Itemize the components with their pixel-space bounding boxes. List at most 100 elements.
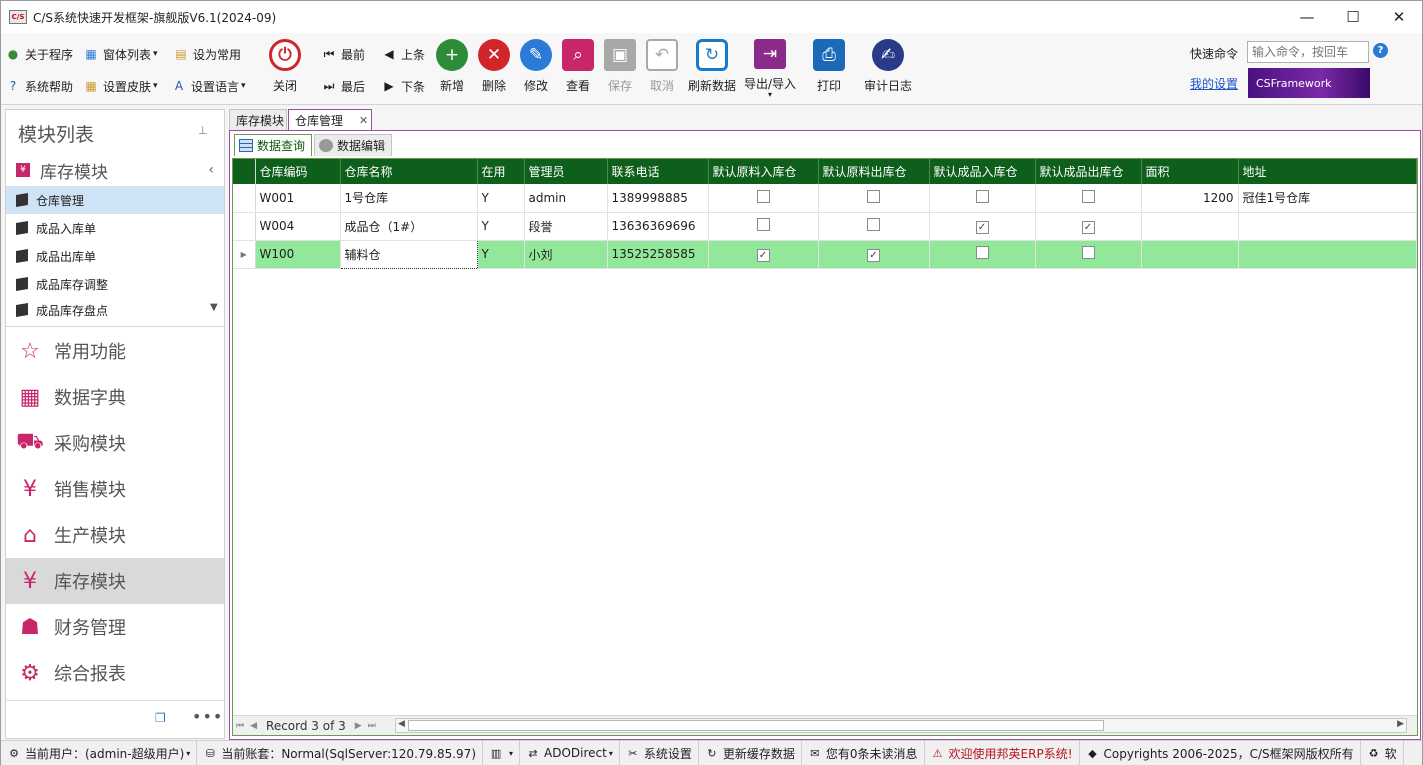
set-favorite-button[interactable]: ▤ 设为常用 (173, 44, 241, 64)
module-favorites[interactable]: ☆ 常用功能 (6, 328, 224, 374)
column-header[interactable]: 在用 (477, 159, 525, 184)
cell-checkbox[interactable] (708, 184, 819, 213)
cell-checkbox[interactable] (1035, 184, 1142, 213)
cell-name[interactable]: 1号仓库 (340, 184, 478, 213)
cell-name[interactable]: 辅料仓 (339, 239, 478, 269)
close-module-button[interactable]: ⏻ 关闭 (262, 37, 308, 99)
checkbox[interactable] (1081, 189, 1095, 203)
close-tab-icon[interactable]: ✕ (359, 114, 368, 127)
scroll-left-icon[interactable]: ◀ (398, 719, 405, 729)
cell-code[interactable]: W001 (255, 184, 341, 213)
status-item[interactable]: ⚙ 当前用户：(admin-超级用户) ▾ (1, 741, 198, 765)
module-inventory[interactable]: ¥ 库存模块 (6, 558, 224, 604)
table-row[interactable]: W001 1号仓库 Yadmin 1389998885 1200 冠佳1号仓库 (233, 184, 1417, 213)
cell-checkbox[interactable]: ✓ (708, 240, 819, 269)
module-dictionary[interactable]: ▦ 数据字典 (6, 374, 224, 420)
quick-command-input[interactable] (1247, 41, 1369, 63)
set-skin-button[interactable]: ▦ 设置皮肤 ▾ (83, 76, 157, 96)
sidebar-item-product-in[interactable]: 成品入库单 (6, 214, 224, 242)
checkbox[interactable] (867, 218, 880, 231)
maximize-button[interactable]: ☐ (1330, 1, 1376, 33)
cell-area[interactable] (1141, 240, 1239, 269)
column-header[interactable]: 仓库编码 (255, 159, 341, 184)
column-header[interactable]: 联系电话 (607, 159, 709, 184)
column-header[interactable]: 默认成品入库仓 (929, 159, 1036, 184)
add-button[interactable]: + 新增 (429, 37, 475, 99)
form-list-button[interactable]: ▦ 窗体列表 ▾ (83, 44, 157, 64)
checkbox[interactable] (975, 189, 989, 203)
first-page-icon[interactable]: ⏮ (236, 721, 244, 731)
cell-address[interactable] (1238, 212, 1417, 241)
close-window-button[interactable]: ✕ (1376, 1, 1422, 33)
minimize-button[interactable]: — (1284, 1, 1330, 33)
cell-checkbox[interactable] (818, 184, 930, 213)
chevron-down-icon[interactable]: ▾ (186, 749, 190, 758)
cell-active[interactable]: Y (477, 240, 525, 269)
about-button[interactable]: ● 关于程序 (5, 44, 73, 64)
cell-checkbox[interactable]: ✓ (1035, 212, 1142, 241)
sidebar-item-warehouse[interactable]: 仓库管理 (6, 186, 224, 214)
checkbox[interactable] (867, 189, 880, 203)
column-header[interactable]: 默认成品出库仓 (1035, 159, 1142, 184)
cell-active[interactable]: Y (477, 212, 525, 241)
cell-checkbox[interactable] (708, 212, 819, 241)
delete-button[interactable]: ✕ 删除 (471, 37, 517, 99)
checkbox[interactable] (756, 218, 770, 231)
module-production[interactable]: ⌂ 生产模块 (6, 512, 224, 558)
cell-admin[interactable]: admin (524, 184, 608, 213)
scroll-thumb[interactable] (408, 720, 1104, 731)
chevron-down-icon[interactable]: ▾ (509, 749, 513, 758)
view-button[interactable]: ⌕ 查看 (555, 37, 601, 99)
scroll-right-icon[interactable]: ▶ (1397, 719, 1404, 729)
help-icon[interactable]: ? (1373, 43, 1388, 58)
more-icon[interactable]: ••• (192, 707, 223, 726)
checkbox[interactable]: ✓ (1081, 220, 1095, 234)
pin-icon[interactable]: ⊥ (198, 124, 208, 137)
checkbox[interactable] (756, 189, 770, 203)
checkbox[interactable] (975, 246, 989, 259)
refresh-button[interactable]: ↻ 刷新数据 (688, 37, 736, 99)
cell-admin[interactable]: 小刘 (524, 240, 608, 269)
prev-page-icon[interactable]: ◀ (250, 721, 257, 731)
module-reports[interactable]: ⚙ 综合报表 (6, 650, 224, 696)
checkbox[interactable]: ✓ (975, 220, 989, 234)
save-button[interactable]: ▣ 保存 (597, 37, 643, 99)
sidebar-group-inventory[interactable]: ¥ 库存模块 ‹ (6, 156, 224, 184)
prev-record-button[interactable]: ◀ 上条 (381, 44, 425, 64)
cell-area[interactable]: 1200 (1141, 184, 1239, 213)
cell-phone[interactable]: 13525258585 (607, 240, 709, 269)
cell-checkbox[interactable]: ✓ (818, 240, 930, 269)
next-page-icon[interactable]: ▶ (355, 721, 362, 731)
cell-admin[interactable]: 段誉 (524, 212, 608, 241)
cell-address[interactable]: 冠佳1号仓库 (1238, 184, 1417, 213)
cell-phone[interactable]: 1389998885 (607, 184, 709, 213)
column-header[interactable]: 面积 (1141, 159, 1239, 184)
set-language-button[interactable]: A 设置语言 ▾ (171, 76, 246, 96)
column-header[interactable]: 地址 (1238, 159, 1417, 184)
cell-code[interactable]: W004 (255, 212, 341, 241)
column-header[interactable]: 默认原料出库仓 (818, 159, 930, 184)
status-item[interactable]: ⇄ ADODirect ▾ (520, 741, 620, 765)
cell-address[interactable] (1238, 240, 1417, 269)
next-record-button[interactable]: ▶ 下条 (381, 76, 425, 96)
column-header[interactable]: 默认原料入库仓 (708, 159, 819, 184)
column-header[interactable]: 仓库名称 (340, 159, 478, 184)
tab-data-edit[interactable]: 数据编辑 (314, 134, 392, 156)
my-settings-link[interactable]: 我的设置 (1190, 75, 1238, 92)
cell-area[interactable] (1141, 212, 1239, 241)
last-record-button[interactable]: ⏭ 最后 (321, 76, 365, 96)
print-button[interactable]: ⎙ 打印 (806, 37, 852, 99)
cell-checkbox[interactable] (929, 240, 1036, 269)
module-sales[interactable]: ¥ 销售模块 (6, 466, 224, 512)
cell-checkbox[interactable] (929, 184, 1036, 213)
column-header[interactable]: 管理员 (524, 159, 608, 184)
module-purchase[interactable]: ⛟ 采购模块 (6, 420, 224, 466)
module-finance[interactable]: ☗ 财务管理 (6, 604, 224, 650)
layout-icon[interactable]: ❐ (155, 711, 166, 725)
cell-active[interactable]: Y (477, 184, 525, 213)
cancel-button[interactable]: ↶ 取消 (639, 37, 685, 99)
checkbox[interactable]: ✓ (756, 248, 770, 262)
last-page-icon[interactable]: ⏭ (368, 721, 376, 731)
cell-checkbox[interactable] (818, 212, 930, 241)
sidebar-item-stock-count[interactable]: 成品库存盘点 (6, 298, 224, 322)
